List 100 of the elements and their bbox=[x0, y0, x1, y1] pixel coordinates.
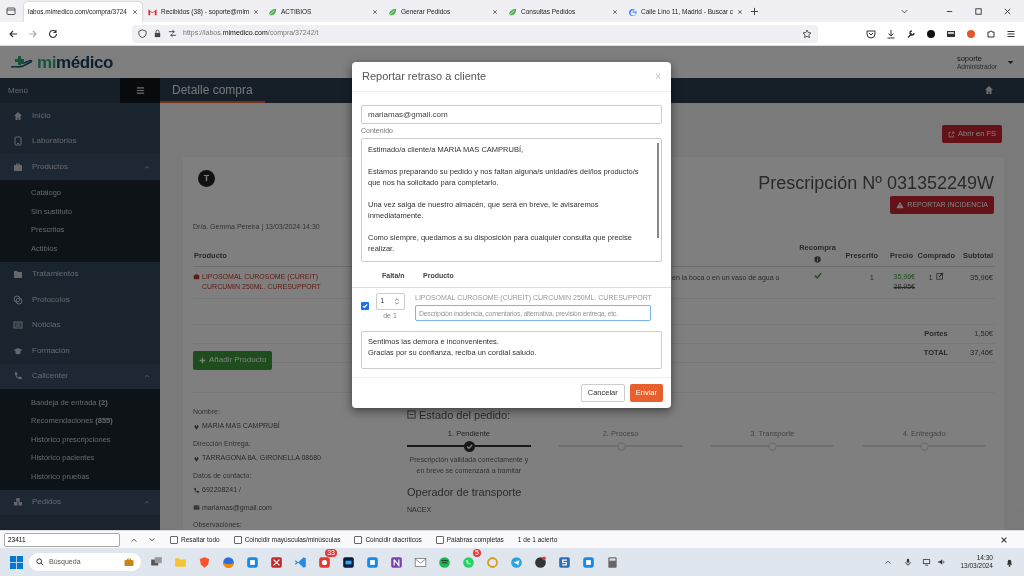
lion-shield-icon[interactable] bbox=[197, 555, 211, 569]
collapse-icon[interactable] bbox=[407, 410, 416, 420]
mail-icon bbox=[148, 8, 157, 16]
briefcase-icon bbox=[124, 558, 134, 566]
bell-icon[interactable] bbox=[1005, 557, 1014, 567]
email-field[interactable]: mariamas@gmail.com bbox=[361, 105, 662, 124]
boxes-icon bbox=[13, 497, 23, 508]
close-button[interactable]: × bbox=[655, 71, 661, 82]
edit-icon[interactable] bbox=[935, 271, 944, 280]
microphone-icon[interactable] bbox=[904, 558, 913, 566]
app-icon[interactable] bbox=[341, 555, 355, 569]
screen-icon[interactable] bbox=[946, 28, 956, 39]
logo-icon bbox=[10, 55, 34, 69]
leaf-icon bbox=[268, 7, 277, 17]
checkbox[interactable] bbox=[170, 535, 178, 544]
search-icon bbox=[36, 558, 44, 566]
calculator-icon[interactable] bbox=[605, 555, 619, 569]
menu-toggle-button[interactable] bbox=[120, 78, 160, 103]
lock-icon bbox=[153, 29, 162, 38]
start-icon[interactable] bbox=[10, 555, 23, 569]
new-tab-icon[interactable] bbox=[750, 7, 759, 16]
phone-icon bbox=[193, 486, 200, 494]
phone-icon bbox=[13, 371, 23, 382]
sidebar-item[interactable]: Noticias bbox=[0, 312, 160, 338]
next-icon[interactable] bbox=[148, 535, 156, 544]
section-title: Estado del pedido: bbox=[419, 407, 511, 423]
briefcase-icon bbox=[193, 272, 200, 280]
search-engine-icon bbox=[628, 7, 637, 17]
checkbox[interactable] bbox=[435, 535, 444, 544]
prescription-title: Prescripción Nº 031352249W bbox=[758, 174, 994, 192]
puzzle-icon[interactable] bbox=[986, 28, 996, 39]
envelope-icon[interactable] bbox=[413, 555, 427, 569]
maximize-icon[interactable] bbox=[974, 7, 983, 16]
notebook-icon[interactable] bbox=[389, 555, 403, 569]
close-icon[interactable] bbox=[253, 9, 260, 15]
record-icon[interactable] bbox=[533, 555, 547, 569]
chevron-up-icon[interactable] bbox=[884, 558, 893, 566]
reload-icon[interactable] bbox=[48, 28, 58, 39]
sidebar-item[interactable]: Tratamientos bbox=[0, 261, 160, 287]
bookmark-star-icon[interactable] bbox=[802, 28, 812, 39]
check-icon bbox=[362, 302, 368, 309]
caret-icon[interactable] bbox=[1007, 58, 1014, 66]
add-product-button[interactable]: Añadir Producto bbox=[193, 350, 273, 370]
map-pin-icon bbox=[193, 454, 200, 462]
info-icon bbox=[814, 255, 821, 263]
spinner-icon bbox=[393, 296, 400, 306]
addon-icon[interactable] bbox=[966, 28, 976, 39]
paper-plane-icon[interactable] bbox=[509, 555, 523, 569]
tab-list-icon[interactable] bbox=[6, 6, 16, 16]
back-icon[interactable] bbox=[8, 28, 18, 39]
logo-text: mimédico bbox=[37, 53, 113, 71]
circles-icon bbox=[13, 294, 23, 305]
briefcase-icon bbox=[13, 161, 23, 172]
checkbox[interactable] bbox=[233, 535, 242, 544]
graduation-cap-icon bbox=[13, 345, 23, 356]
close-icon[interactable] bbox=[1003, 7, 1012, 16]
close-icon[interactable] bbox=[132, 9, 138, 15]
avatar: T bbox=[198, 170, 215, 187]
chevron-up-icon bbox=[144, 373, 150, 380]
checkbox[interactable] bbox=[361, 301, 369, 310]
download-icon[interactable] bbox=[886, 28, 896, 39]
leaf-icon bbox=[388, 7, 397, 17]
folder-icon bbox=[13, 269, 23, 280]
plus-icon bbox=[199, 356, 206, 364]
chevron-up-icon bbox=[144, 499, 150, 506]
tablet-icon bbox=[13, 136, 23, 147]
close-icon[interactable] bbox=[737, 9, 743, 15]
dark-circle-icon[interactable] bbox=[926, 28, 936, 39]
section-title: Operador de transporte bbox=[407, 485, 523, 501]
home-icon bbox=[13, 110, 23, 121]
menu-icon[interactable] bbox=[1006, 28, 1016, 39]
permissions-icon bbox=[168, 29, 177, 38]
code-editor-icon[interactable] bbox=[293, 555, 307, 569]
message-field[interactable] bbox=[361, 137, 662, 262]
envelope-icon bbox=[193, 504, 200, 512]
external-link-icon bbox=[948, 130, 956, 138]
speaker-icon[interactable] bbox=[937, 558, 947, 566]
globe-icon[interactable] bbox=[221, 555, 235, 569]
shield-icon bbox=[138, 29, 147, 38]
chevron-down-icon[interactable] bbox=[900, 7, 909, 16]
map-pin-icon bbox=[193, 422, 200, 430]
chat-icon[interactable] bbox=[317, 555, 331, 569]
wrench-icon[interactable] bbox=[906, 28, 916, 39]
warning-icon bbox=[896, 201, 905, 209]
checkbox[interactable] bbox=[354, 535, 363, 544]
dialog-title: Reportar retraso a cliente bbox=[362, 69, 487, 85]
menu-icon bbox=[135, 86, 145, 95]
close-icon[interactable] bbox=[372, 9, 378, 15]
close-icon[interactable] bbox=[612, 9, 618, 15]
pocket-icon[interactable] bbox=[866, 28, 876, 39]
close-icon[interactable] bbox=[492, 9, 498, 15]
music-icon[interactable] bbox=[437, 555, 451, 569]
newspaper-icon bbox=[13, 320, 23, 331]
leaf-icon bbox=[508, 7, 517, 17]
menu-label: Menú bbox=[8, 84, 28, 97]
close-icon[interactable] bbox=[1000, 535, 1008, 544]
chevron-up-icon bbox=[144, 163, 150, 170]
monitor-icon[interactable] bbox=[922, 558, 932, 566]
home-icon[interactable] bbox=[984, 85, 994, 95]
sidebar-item[interactable]: Protocolos bbox=[0, 287, 160, 313]
